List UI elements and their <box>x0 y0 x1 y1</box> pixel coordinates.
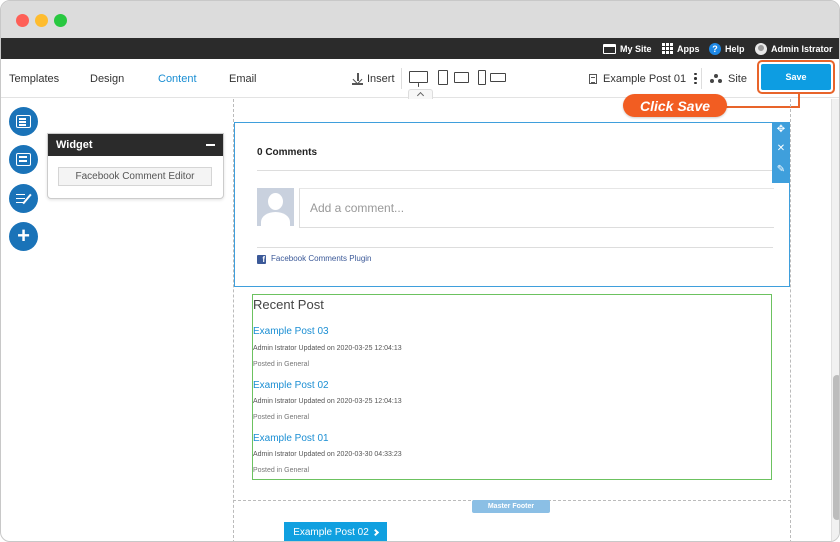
master-footer-label[interactable]: Master Footer <box>472 500 550 513</box>
document-icon <box>589 73 597 84</box>
scrollbar-thumb[interactable] <box>833 375 839 520</box>
page-name: Example Post 01 <box>603 72 687 85</box>
help-icon: ? <box>709 42 721 55</box>
widget-panel-title: Widget <box>56 139 93 151</box>
my-site-link[interactable]: My Site <box>603 38 652 59</box>
desktop-icon[interactable] <box>409 71 428 83</box>
comment-count: 0 Comments <box>257 147 318 158</box>
facebook-icon: f <box>257 255 266 264</box>
tab-templates[interactable]: Templates <box>9 59 59 98</box>
post-meta: Admin Istrator Updated on 2020-03-25 12:… <box>253 345 402 352</box>
tab-email[interactable]: Email <box>229 59 257 98</box>
user-name: Admin Istrator <box>771 43 833 54</box>
minimize-window-button[interactable] <box>35 14 48 27</box>
more-options-icon[interactable] <box>694 72 697 85</box>
edit-list-icon <box>15 193 32 205</box>
canvas-boundary-right <box>790 99 791 541</box>
post-category: Posted in General <box>253 467 310 474</box>
post-link[interactable]: Example Post 01 <box>253 433 329 444</box>
layout-icon <box>16 115 31 128</box>
save-button[interactable]: Save <box>761 64 831 90</box>
window-titlebar <box>1 1 839 38</box>
download-arrow-icon <box>352 72 363 85</box>
mobile-landscape-icon[interactable] <box>490 73 506 82</box>
minimize-icon[interactable] <box>206 144 215 146</box>
tab-content[interactable]: Content <box>158 59 197 98</box>
apps-grid-icon <box>662 43 673 54</box>
facebook-comment-editor-button[interactable]: Facebook Comment Editor <box>58 167 212 186</box>
content-block-button[interactable] <box>9 145 38 174</box>
tab-design[interactable]: Design <box>90 59 124 98</box>
next-post-button[interactable]: Example Post 02 <box>284 522 387 541</box>
post-meta: Admin Istrator Updated on 2020-03-30 04:… <box>253 451 402 458</box>
content-block-icon <box>16 153 31 166</box>
user-menu[interactable]: Admin Istrator <box>755 38 833 59</box>
divider <box>257 247 773 248</box>
post-link[interactable]: Example Post 02 <box>253 380 329 391</box>
browser-window-icon <box>603 43 616 54</box>
help-label: Help <box>725 43 745 54</box>
insert-button[interactable]: Insert <box>352 59 395 98</box>
insert-label: Insert <box>367 72 395 85</box>
chevron-right-icon <box>371 528 379 537</box>
my-site-label: My Site <box>620 43 652 54</box>
move-icon[interactable]: ✥ <box>776 125 786 135</box>
layout-button[interactable] <box>9 107 38 136</box>
collapse-toolbar-toggle[interactable] <box>408 89 433 99</box>
block-tools: ✥ ✕ ✎ <box>772 122 790 183</box>
edit-list-button[interactable] <box>9 184 38 213</box>
facebook-comments-plugin-link[interactable]: Facebook Comments Plugin <box>271 254 372 263</box>
maximize-window-button[interactable] <box>54 14 67 27</box>
post-category: Posted in General <box>253 361 310 368</box>
toolbar-divider <box>401 68 402 89</box>
widget-panel: Widget Facebook Comment Editor <box>47 133 224 199</box>
widget-panel-header: Widget <box>48 134 223 156</box>
apps-link[interactable]: Apps <box>662 38 700 59</box>
close-window-button[interactable] <box>16 14 29 27</box>
next-post-label: Example Post 02 <box>293 527 369 538</box>
toolbar-divider <box>701 68 702 89</box>
desktop-stand <box>418 83 419 87</box>
close-icon[interactable]: ✕ <box>776 144 786 154</box>
post-meta: Admin Istrator Updated on 2020-03-25 12:… <box>253 398 402 405</box>
tablet-portrait-icon[interactable] <box>438 70 448 85</box>
admin-bar: My Site Apps ? Help Admin Istrator <box>1 38 839 59</box>
user-avatar-icon <box>755 42 767 55</box>
help-link[interactable]: ? Help <box>709 38 745 59</box>
facebook-comments-widget[interactable]: 0 Comments Add a comment... f Facebook C… <box>234 122 790 287</box>
add-icon: + <box>17 222 30 248</box>
recent-post-widget: Recent Post Example Post 03 Admin Istrat… <box>252 294 772 480</box>
callout-connector <box>723 106 800 108</box>
page-selector[interactable]: Example Post 01 <box>589 59 697 98</box>
apps-label: Apps <box>677 43 700 54</box>
divider <box>257 170 773 171</box>
edit-pencil-icon[interactable]: ✎ <box>776 165 786 175</box>
site-button[interactable]: Site <box>710 59 747 98</box>
click-save-callout: Click Save <box>623 94 727 117</box>
mobile-icon[interactable] <box>478 70 486 85</box>
app-window: My Site Apps ? Help Admin Istrator Templ… <box>0 0 840 542</box>
tablet-landscape-icon[interactable] <box>454 72 469 83</box>
vertical-scrollbar[interactable] <box>831 99 839 541</box>
post-category: Posted in General <box>253 414 310 421</box>
post-link[interactable]: Example Post 03 <box>253 326 329 337</box>
add-element-button[interactable]: + <box>9 222 38 251</box>
site-label: Site <box>728 72 747 85</box>
recent-post-title: Recent Post <box>253 297 324 312</box>
default-avatar <box>257 188 294 226</box>
sitemap-icon <box>710 74 722 83</box>
comment-input[interactable]: Add a comment... <box>299 188 774 228</box>
